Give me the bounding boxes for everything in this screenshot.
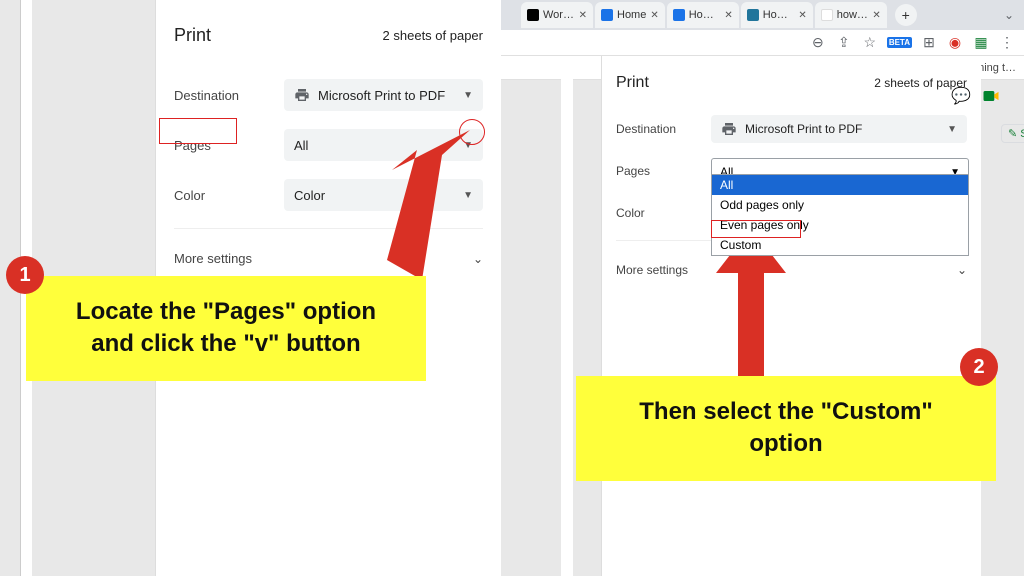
tab-label: Home <box>617 9 646 21</box>
more-settings-label: More settings <box>174 251 252 266</box>
destination-value: Microsoft Print to PDF <box>745 122 862 136</box>
zoom-icon[interactable]: ⊖ <box>809 34 827 52</box>
right-panel: WordC✕ Home✕ How to✕ How to✕ how to✕ + ⌄… <box>501 0 1024 576</box>
browser-tab[interactable]: WordC ✕ <box>521 2 593 28</box>
pages-row: Pages All ▼ <box>174 128 483 162</box>
print-dialog-right: Print 2 sheets of paper Destination Micr… <box>601 56 981 576</box>
sheet-count: 2 sheets of paper <box>383 28 483 43</box>
chevron-down-icon: ▼ <box>463 90 473 101</box>
tab-label: WordC <box>543 9 575 21</box>
tab-label: How to <box>763 9 795 21</box>
color-label: Color <box>616 206 711 220</box>
pages-option-all[interactable]: All <box>712 175 968 195</box>
more-settings-toggle[interactable]: More settings ⌄ <box>174 245 483 272</box>
document-preview-strip <box>561 56 573 576</box>
puzzle-icon[interactable]: ⊞ <box>920 34 938 52</box>
destination-label: Destination <box>174 88 284 103</box>
color-row: Color Color ▼ <box>174 178 483 212</box>
menu-icon[interactable]: ⋮ <box>998 34 1016 52</box>
suggesting-button[interactable]: ✎ Sugg <box>1001 124 1024 143</box>
destination-row: Destination Microsoft Print to PDF ▼ <box>174 78 483 112</box>
browser-tabs-bar: WordC✕ Home✕ How to✕ How to✕ how to✕ + ⌄ <box>501 0 1024 30</box>
new-tab-button[interactable]: + <box>895 4 917 26</box>
chevron-down-icon: ⌄ <box>473 252 483 266</box>
favicon-icon <box>673 9 685 21</box>
color-select[interactable]: Color ▼ <box>284 179 483 211</box>
printer-icon <box>294 87 310 103</box>
chevron-down-icon: ⌄ <box>957 263 967 277</box>
pages-label: Pages <box>174 138 284 153</box>
more-settings-label: More settings <box>616 263 688 277</box>
beta-badge: BETA <box>887 37 912 48</box>
pages-option-odd[interactable]: Odd pages only <box>712 195 968 215</box>
comment-icon[interactable]: 💬 <box>951 86 971 106</box>
divider <box>174 228 483 229</box>
doc-tool-icons: 💬 <box>951 86 1001 106</box>
close-icon[interactable]: ✕ <box>798 10 806 21</box>
chevron-down-icon: ▼ <box>947 124 957 135</box>
meet-icon[interactable] <box>981 86 1001 106</box>
star-icon[interactable]: ☆ <box>861 34 879 52</box>
destination-value: Microsoft Print to PDF <box>318 88 445 103</box>
browser-toolbar: ⊖ ⇪ ☆ BETA ⊞ ◉ ▦ ⋮ <box>501 30 1024 56</box>
pages-label: Pages <box>616 164 711 178</box>
destination-select[interactable]: Microsoft Print to PDF ▼ <box>711 115 967 143</box>
close-icon[interactable]: ✕ <box>872 10 880 21</box>
chevron-down-icon[interactable]: ⌄ <box>1004 8 1014 22</box>
pages-option-even[interactable]: Even pages only <box>712 215 968 235</box>
close-icon[interactable]: ✕ <box>724 10 732 21</box>
close-icon[interactable]: ✕ <box>650 10 658 21</box>
share-icon[interactable]: ⇪ <box>835 34 853 52</box>
close-icon[interactable]: ✕ <box>579 10 587 21</box>
color-label: Color <box>174 188 284 203</box>
print-title: Print <box>616 74 649 92</box>
color-value: Color <box>294 188 325 203</box>
edit-icon: ✎ <box>1008 127 1017 140</box>
browser-tab[interactable]: how to✕ <box>815 2 887 28</box>
pages-select[interactable]: All ▼ <box>284 129 483 161</box>
tab-label: How to <box>689 9 721 21</box>
chevron-down-icon: ▼ <box>463 140 473 151</box>
callout-step-1: Locate the "Pages" option and click the … <box>26 276 426 381</box>
browser-tab[interactable]: Home ✕ <box>595 2 665 28</box>
pages-value: All <box>294 138 308 153</box>
tab-label: how to <box>837 9 869 21</box>
favicon-icon <box>747 9 759 21</box>
browser-tab[interactable]: How to✕ <box>667 2 739 28</box>
favicon-icon <box>821 9 833 21</box>
browser-tab[interactable]: How to✕ <box>741 2 813 28</box>
extension-icon[interactable]: ▦ <box>972 34 990 52</box>
step-badge-2: 2 <box>960 348 998 386</box>
favicon-icon <box>601 9 613 21</box>
chevron-down-icon: ▼ <box>463 190 473 201</box>
pages-option-custom[interactable]: Custom <box>712 235 968 255</box>
printer-icon <box>721 121 737 137</box>
favicon-icon <box>527 9 539 21</box>
extension-icon[interactable]: ◉ <box>946 34 964 52</box>
pages-dropdown-list: All Odd pages only Even pages only Custo… <box>711 174 969 256</box>
step-badge-1: 1 <box>6 256 44 294</box>
destination-label: Destination <box>616 122 711 136</box>
more-settings-toggle[interactable]: More settings ⌄ <box>616 257 967 283</box>
destination-row: Destination Microsoft Print to PDF ▼ <box>616 114 967 144</box>
suggesting-label: Sugg <box>1020 128 1024 140</box>
callout-step-2: Then select the "Custom" option <box>576 376 996 481</box>
destination-select[interactable]: Microsoft Print to PDF ▼ <box>284 79 483 111</box>
print-title: Print <box>174 25 211 46</box>
